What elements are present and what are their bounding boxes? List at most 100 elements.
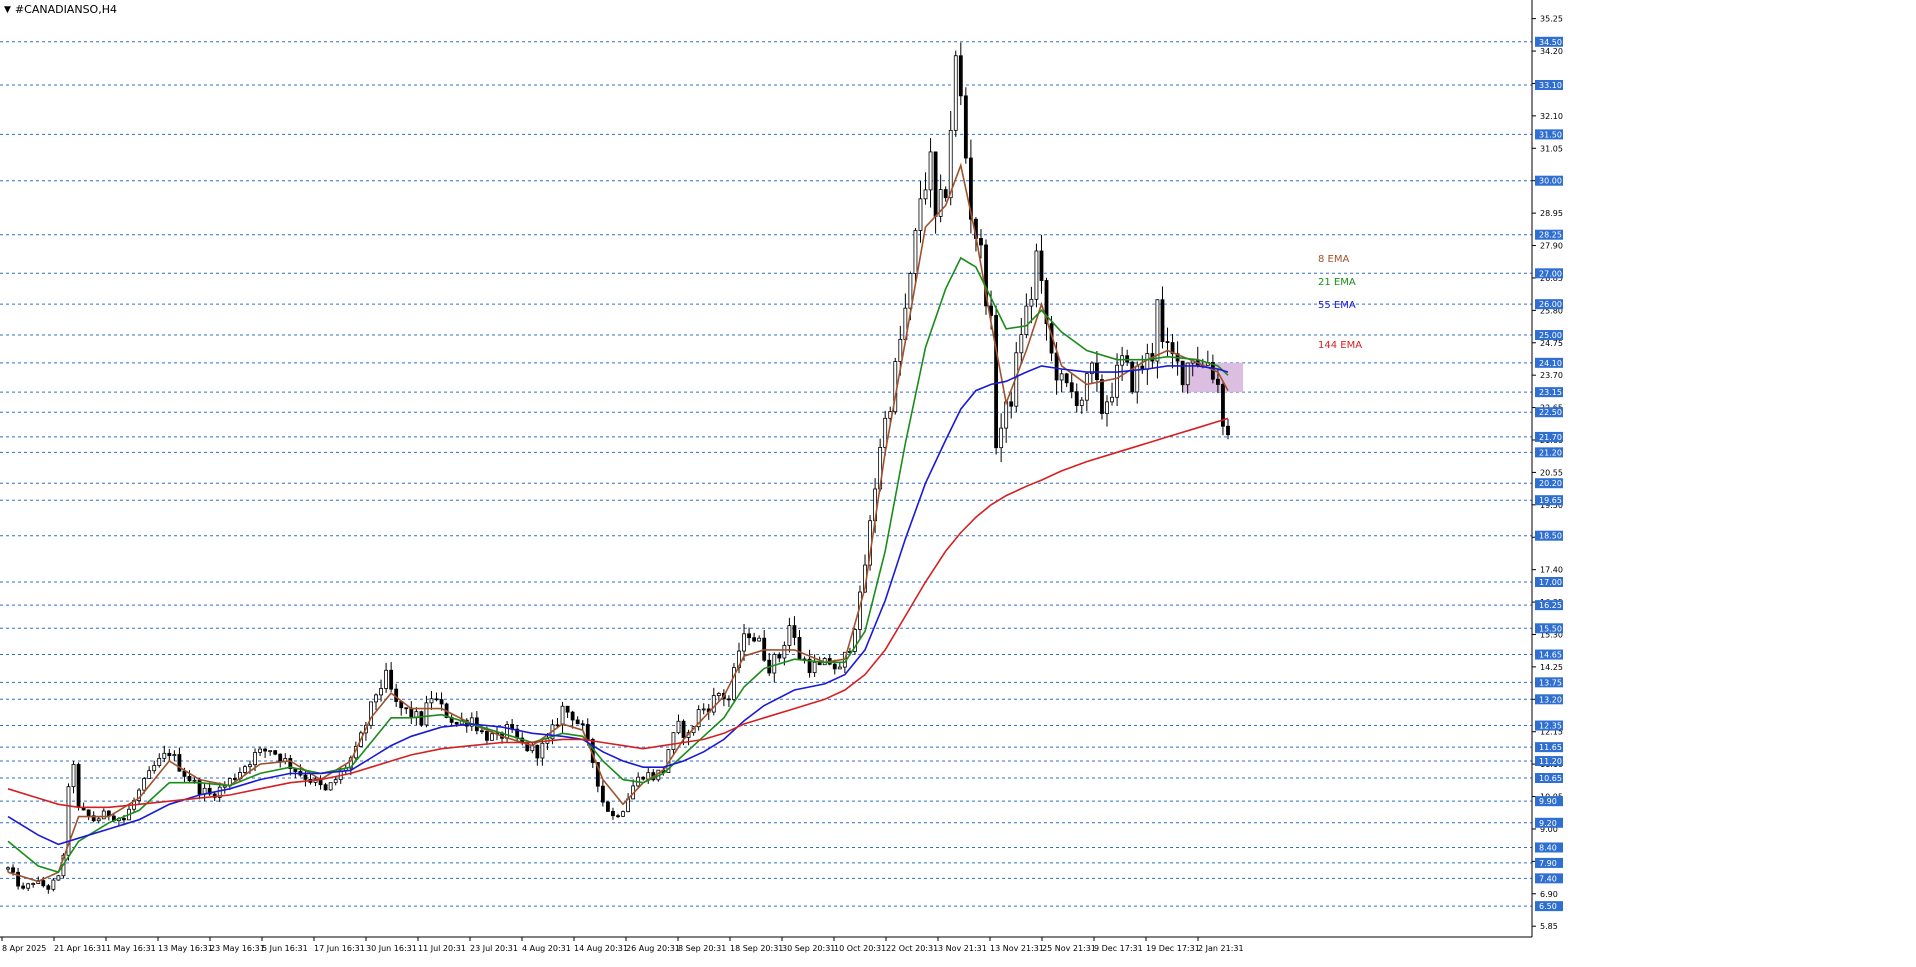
time-tick-label: 8 Apr 2025 [2,944,46,953]
candle-body [565,705,570,713]
level-tag-label: 26.00 [1539,300,1562,309]
candle-body [21,885,26,889]
candle-body [96,818,101,822]
ema-label: 21 EMA [1318,277,1356,288]
candle-body [187,776,192,782]
time-tick-label: 17 Jun 16:31 [314,944,365,953]
candle-body [1105,401,1109,414]
price-tick-label: 20.55 [1540,468,1563,477]
candle-body [454,721,459,725]
candle-body [676,720,681,734]
level-tag-label: 34.50 [1539,38,1562,47]
time-tick-label: 4 Aug 20:31 [522,944,571,953]
candle-body [479,730,484,733]
candle-body [1216,378,1220,385]
candle-body [76,763,81,808]
candle-body [1130,361,1135,393]
candle-body [152,765,157,772]
candle-body [122,818,126,821]
candle-body [832,663,837,670]
time-tick-label: 25 Nov 21:31 [1042,944,1096,953]
candle-body [979,238,983,246]
level-tag-label: 23.15 [1539,388,1562,397]
level-tag-label: 17.00 [1539,578,1562,587]
candle-body [1024,305,1029,335]
level-tag-label: 30.00 [1539,177,1562,186]
level-tag-label: 15.50 [1539,624,1562,633]
candle-body [752,637,757,642]
candle-body [1165,341,1170,344]
time-tick-label: 23 May 16:31 [210,944,265,953]
level-tag-label: 7.40 [1539,874,1557,883]
candle-body [157,757,162,766]
level-tag-label: 13.20 [1539,695,1562,704]
candle-body [560,705,565,726]
chart-area: 35.2534.2033.1532.1031.0530.0028.9527.90… [0,0,1916,963]
price-tick-label: 34.20 [1540,47,1563,56]
level-tag-label: 27.00 [1539,269,1562,278]
ema-label: 55 EMA [1318,300,1356,311]
level-tag-label: 19.65 [1539,496,1562,505]
candle-body [71,763,76,788]
candle-body [429,698,434,704]
candle-body [419,711,424,726]
candle-body [374,694,378,703]
price-tick-label: 35.25 [1540,15,1563,24]
candle-body [797,636,802,660]
candle-body [616,815,620,818]
price-tick-label: 28.95 [1540,209,1563,218]
dropdown-caret-icon[interactable]: ▼ [4,5,11,15]
candle-body [1155,299,1160,362]
time-tick-label: 14 Aug 20:31 [574,944,628,953]
candle-body [162,752,167,759]
candle-body [1069,382,1074,393]
candle-body [1145,353,1150,370]
candle-body [333,779,338,784]
price-tick-label: 32.10 [1540,112,1563,121]
candle-body [384,669,389,689]
candle-body [243,766,247,773]
level-tag-label: 33.10 [1539,81,1562,90]
candle-body [837,666,842,670]
candle-body [918,198,923,231]
candle-body [953,55,958,131]
candle-body [273,750,278,755]
candle-body [263,748,268,752]
price-tick-label: 31.05 [1540,144,1563,153]
candle-body [232,778,237,780]
time-tick-label: 30 Sep 20:31 [782,944,835,953]
candle-body [994,315,999,449]
candle-body [389,669,394,690]
level-tag-label: 21.20 [1539,448,1562,457]
price-tick-label: 17.40 [1540,566,1563,575]
candle-body [611,810,615,817]
level-tag-label: 12.35 [1539,722,1562,731]
level-tag-label: 10.65 [1539,774,1562,783]
candle-body [505,724,510,739]
candle-body [570,711,575,721]
candle-body [1019,334,1024,354]
time-tick-label: 23 Jul 20:31 [470,944,518,953]
candle-body [923,189,928,200]
candle-body [258,748,262,753]
candle-body [182,770,187,777]
candle-body [621,811,625,817]
candle-body [142,778,147,791]
candle-body [777,654,782,659]
candle-body [323,784,328,791]
price-tick-label: 14.25 [1540,663,1563,672]
candle-body [172,754,177,757]
time-tick-label: 30 Jun 16:31 [366,944,417,953]
candle-body [555,724,560,727]
price-tick-label: 5.85 [1540,922,1558,931]
candle-body [51,879,56,890]
ema-label: 144 EMA [1318,340,1362,351]
candle-body [328,782,333,791]
candle-body [1180,360,1185,386]
price-tick-label: 6.90 [1540,890,1558,899]
candle-body [379,688,383,696]
time-tick-label: 18 Sep 20:31 [730,944,783,953]
candle-body [1100,379,1104,414]
time-tick-label: 1 May 16:31 [106,944,156,953]
candle-body [913,230,918,274]
